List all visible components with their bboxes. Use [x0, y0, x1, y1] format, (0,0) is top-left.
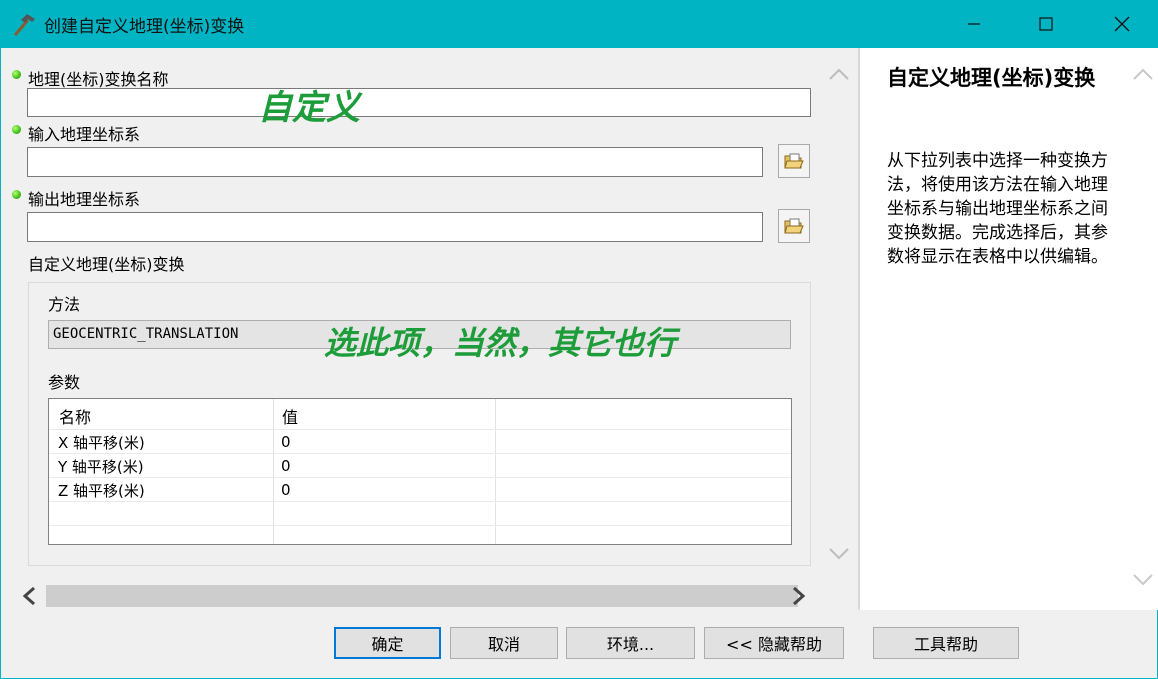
form-vertical-scrollbar[interactable] [826, 60, 852, 580]
input-gcs-label: 输入地理坐标系 [28, 125, 141, 144]
window-title: 创建自定义地理(坐标)变换 [44, 17, 245, 37]
output-gcs-label: 输出地理坐标系 [28, 190, 141, 209]
minimize-icon [968, 23, 980, 25]
minimize-button[interactable] [938, 0, 1010, 48]
param-z-name: Z 轴平移(米) [58, 482, 145, 500]
chevron-left-icon[interactable] [20, 585, 38, 607]
param-z-value[interactable]: 0 [281, 481, 291, 499]
annotation-method-note: 选此项，当然，其它也行 [324, 324, 677, 362]
required-bullet-icon [12, 70, 21, 79]
parameters-label: 参数 [48, 373, 81, 392]
chevron-up-icon[interactable] [1132, 66, 1154, 82]
param-y-name: Y 轴平移(米) [58, 458, 144, 476]
required-bullet-icon [12, 125, 21, 134]
transform-name-label: 地理(坐标)变换名称 [28, 70, 169, 89]
hammer-icon [12, 11, 38, 37]
column-header-name[interactable]: 名称 [59, 404, 91, 428]
parameters-table[interactable]: 名称 值 X 轴平移(米) 0 Y 轴平移(米) 0 Z 轴平移(米) 0 [48, 398, 792, 545]
row-divider [49, 477, 791, 478]
close-icon [1114, 16, 1130, 32]
scrollbar-thumb[interactable] [46, 585, 798, 607]
chevron-down-icon[interactable] [828, 546, 850, 562]
output-gcs-field[interactable] [27, 212, 763, 242]
row-divider [49, 501, 791, 502]
help-title: 自定义地理(坐标)变换 [887, 66, 1096, 90]
help-panel: 自定义地理(坐标)变换 从下拉列表中选择一种变换方法，将使用该方法在输入地理坐标… [858, 48, 1158, 610]
maximize-button[interactable] [1010, 0, 1082, 48]
annotation-name-note: 自定义 [258, 88, 360, 128]
tool-help-button[interactable]: 工具帮助 [873, 627, 1019, 659]
maximize-icon [1039, 17, 1053, 31]
row-divider [49, 453, 791, 454]
chevron-down-icon[interactable] [1132, 572, 1154, 588]
column-divider [495, 399, 496, 544]
custom-transform-label: 自定义地理(坐标)变换 [28, 255, 185, 274]
transform-name-input[interactable] [27, 88, 811, 117]
row-divider [49, 429, 791, 430]
input-gcs-field[interactable] [27, 147, 763, 177]
input-gcs-browse-button[interactable] [778, 144, 810, 178]
open-folder-icon [784, 153, 804, 169]
open-folder-icon [784, 218, 804, 234]
method-label: 方法 [48, 295, 81, 314]
hide-help-button[interactable]: << 隐藏帮助 [704, 627, 844, 659]
chevron-up-icon[interactable] [828, 66, 850, 82]
form-horizontal-scrollbar[interactable] [14, 583, 814, 609]
cancel-button[interactable]: 取消 [450, 627, 558, 659]
help-body: 从下拉列表中选择一种变换方法，将使用该方法在输入地理坐标系与输出地理坐标系之间变… [887, 151, 1108, 267]
row-divider [49, 525, 791, 526]
environments-button[interactable]: 环境... [566, 627, 695, 659]
required-bullet-icon [12, 190, 21, 199]
title-bar: 创建自定义地理(坐标)变换 [0, 0, 1158, 48]
param-x-name: X 轴平移(米) [58, 434, 145, 452]
ok-button[interactable]: 确定 [334, 627, 441, 659]
close-button[interactable] [1086, 0, 1158, 48]
param-y-value[interactable]: 0 [281, 457, 291, 475]
param-x-value[interactable]: 0 [281, 433, 291, 451]
chevron-right-icon[interactable] [790, 585, 808, 607]
help-vertical-scrollbar[interactable] [1130, 60, 1156, 600]
column-divider [273, 399, 274, 544]
output-gcs-browse-button[interactable] [778, 209, 810, 243]
column-header-value[interactable]: 值 [282, 404, 298, 428]
